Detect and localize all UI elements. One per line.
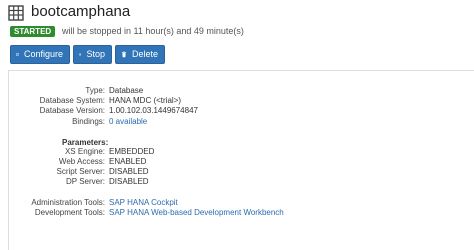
dp-server-label: DP Server: — [66, 177, 105, 186]
bindings-link[interactable]: 0 available — [109, 116, 147, 127]
database-icon — [8, 5, 24, 21]
stop-button[interactable]: Stop — [73, 45, 112, 64]
bindings-label: Bindings: — [72, 117, 105, 126]
version-value: 1.00.102.03.1449674847 — [109, 106, 198, 115]
trash-icon — [121, 51, 127, 58]
delete-button[interactable]: Delete — [115, 45, 165, 64]
page-title: bootcamphana — [31, 3, 131, 20]
stop-icon — [79, 53, 82, 56]
status-badge: STARTED — [10, 26, 56, 37]
configure-button-label: Configure — [23, 49, 63, 59]
edit-icon — [16, 53, 19, 56]
configure-button[interactable]: Configure — [10, 45, 70, 64]
workbench-link[interactable]: SAP HANA Web-based Development Workbench — [109, 207, 284, 218]
delete-button-label: Delete — [131, 49, 158, 59]
stop-button-label: Stop — [86, 49, 105, 59]
dev-tools-label: Development Tools: — [34, 208, 105, 217]
status-note: will be stopped in 11 hour(s) and 49 min… — [62, 26, 244, 36]
version-label: Database Version: — [39, 106, 105, 115]
dp-server-value: DISABLED — [109, 177, 149, 186]
